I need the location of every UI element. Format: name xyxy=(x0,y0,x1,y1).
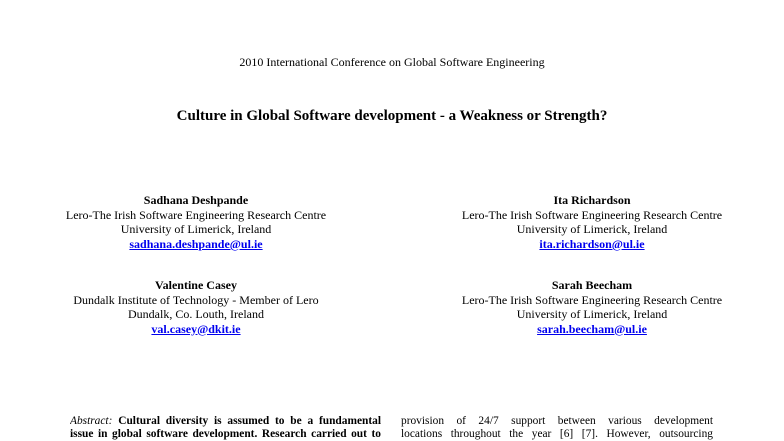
author-affiliation: Lero-The Irish Software Engineering Rese… xyxy=(65,207,327,222)
author-institution: University of Limerick, Ireland xyxy=(120,222,272,236)
abstract-column: Abstract: Cultural diversity is assumed … xyxy=(70,415,381,441)
author-name: Valentine Casey xyxy=(155,278,237,292)
author-email-link[interactable]: val.casey@dkit.ie xyxy=(40,322,352,337)
body-line: locations throughout the year [6] [7]. H… xyxy=(401,428,713,440)
author-block-2: Ita Richardson Lero-The Irish Software E… xyxy=(400,193,784,251)
body-column-right: provision of 24/7 support between variou… xyxy=(401,415,713,441)
author-email-link[interactable]: ita.richardson@ul.ie xyxy=(400,237,784,252)
author-email-link[interactable]: sadhana.deshpande@ul.ie xyxy=(40,237,352,252)
abstract-label: Abstract: xyxy=(70,415,113,427)
author-name: Sarah Beecham xyxy=(551,278,633,292)
paper-title: Culture in Global Software development -… xyxy=(176,108,608,124)
author-email-link[interactable]: sarah.beecham@ul.ie xyxy=(400,322,784,337)
author-affiliation: Dundalk Institute of Technology - Member… xyxy=(73,292,319,307)
abstract-line: Abstract: Cultural diversity is assumed … xyxy=(70,415,381,428)
author-block-4: Sarah Beecham Lero-The Irish Software En… xyxy=(400,278,784,336)
conference-header: 2010 International Conference on Global … xyxy=(239,55,545,69)
author-block-1: Sadhana Deshpande Lero-The Irish Softwar… xyxy=(40,193,352,251)
author-name: Ita Richardson xyxy=(553,193,631,207)
abstract-line: issue in global software development. Re… xyxy=(70,428,381,440)
author-institution: University of Limerick, Ireland xyxy=(516,222,668,236)
author-name: Sadhana Deshpande xyxy=(143,193,249,207)
body-line: provision of 24/7 support between variou… xyxy=(401,415,713,427)
author-affiliation: Lero-The Irish Software Engineering Rese… xyxy=(461,207,723,222)
author-affiliation: Lero-The Irish Software Engineering Rese… xyxy=(461,292,723,307)
author-institution: Dundalk, Co. Louth, Ireland xyxy=(128,307,264,321)
abstract-text: Cultural diversity is assumed to be a fu… xyxy=(118,415,381,427)
author-block-3: Valentine Casey Dundalk Institute of Tec… xyxy=(40,278,352,336)
author-institution: University of Limerick, Ireland xyxy=(516,307,668,321)
